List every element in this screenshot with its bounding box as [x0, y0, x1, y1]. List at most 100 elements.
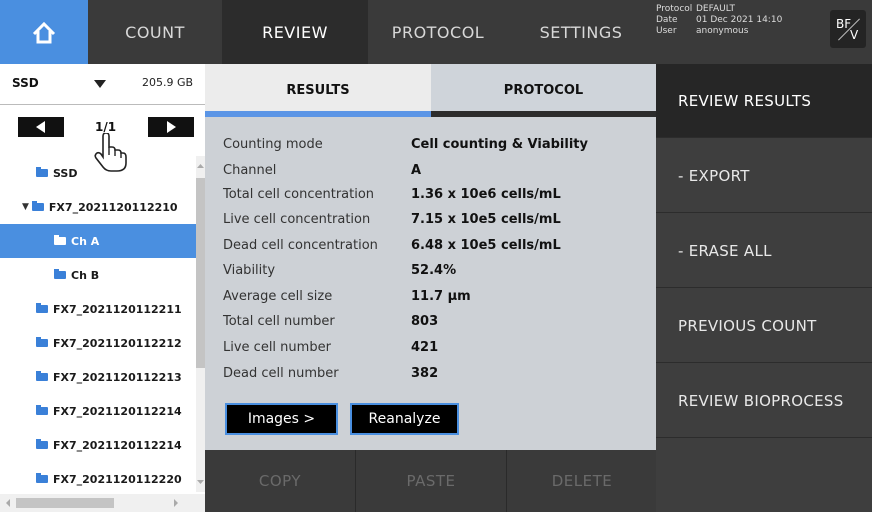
result-value: 421 [411, 340, 439, 355]
folder-icon [31, 201, 44, 211]
tree-node-folder[interactable]: FX7_2021120112214 [0, 394, 196, 428]
vertical-scroll-thumb[interactable] [196, 178, 205, 368]
prev-page-button[interactable] [18, 117, 64, 137]
user-info-value: anonymous [696, 26, 749, 36]
folder-icon [36, 439, 48, 449]
tab-protocol[interactable]: PROTOCOL [431, 64, 656, 117]
session-info: Protocol DEFAULT Date 01 Dec 2021 14:10 Us… [656, 4, 826, 37]
tree-node-label: FX7_2021120112220 [53, 472, 182, 486]
result-value: 7.15 x 10e5 cells/mL [411, 212, 561, 227]
review-menu: REVIEW RESULTS - EXPORT - ERASE ALL PREV… [656, 64, 872, 512]
tree-node-label: FX7_2021120112212 [53, 336, 182, 350]
v-label: V [850, 28, 859, 42]
result-value: 6.48 x 10e5 cells/mL [411, 238, 561, 253]
scroll-down-icon[interactable] [196, 478, 205, 486]
paste-button[interactable]: PASTE [356, 450, 506, 512]
tab-results[interactable]: RESULTS [205, 64, 431, 117]
result-value: 382 [411, 366, 439, 381]
tree-node-ssd[interactable]: SSD [0, 156, 196, 190]
bottom-action-bar: COPY PASTE DELETE [205, 450, 656, 512]
storage-select[interactable]: SSD [12, 76, 122, 96]
folder-icon [36, 167, 48, 177]
scroll-up-icon[interactable] [196, 162, 205, 170]
tree-node-label: FX7_2021120112211 [53, 302, 182, 316]
scroll-left-icon[interactable] [4, 498, 12, 508]
next-page-button[interactable] [148, 117, 194, 137]
page-number: 1/1 [95, 120, 117, 134]
folder-icon [54, 235, 66, 245]
result-value: 11.7 µm [411, 289, 471, 304]
result-label: Live cell number [223, 340, 331, 355]
user-info-label: User [656, 26, 677, 36]
tree-node-channel-a[interactable]: Ch A [0, 224, 196, 258]
menu-erase-all[interactable]: - ERASE ALL [656, 214, 872, 288]
delete-button[interactable]: DELETE [507, 450, 657, 512]
tree-node-folder[interactable]: FX7_2021120112213 [0, 360, 196, 394]
protocol-info-value: DEFAULT [696, 4, 735, 14]
results-panel: Counting mode Cell counting & Viability … [205, 117, 656, 450]
result-label: Dead cell number [223, 366, 339, 381]
folder-icon [36, 405, 48, 415]
bf-v-toggle-button[interactable]: BF V [830, 10, 866, 48]
horizontal-scroll-thumb[interactable] [16, 498, 114, 508]
result-value: Cell counting & Viability [411, 137, 588, 152]
folder-icon [54, 269, 66, 279]
date-info-label: Date [656, 15, 678, 25]
expand-arrow-icon[interactable]: ▼ [22, 202, 29, 212]
tree-node-channel-b[interactable]: Ch B [0, 258, 196, 292]
arrow-left-icon [36, 121, 45, 133]
home-icon [32, 21, 56, 44]
result-value: A [411, 163, 422, 178]
tree-node-folder[interactable]: ▼ FX7_2021120112210 [0, 190, 196, 224]
date-info-value: 01 Dec 2021 14:10 [696, 15, 783, 25]
tree-node-folder[interactable]: FX7_2021120112211 [0, 292, 196, 326]
tree-node-folder[interactable]: FX7_2021120112220 [0, 462, 196, 494]
tree-node-label: FX7_2021120112214 [53, 438, 182, 452]
tree-node-label: SSD [53, 166, 78, 180]
reanalyze-button[interactable]: Reanalyze [350, 403, 459, 435]
arrow-right-icon [167, 121, 176, 133]
tree-node-label: FX7_2021120112214 [53, 404, 182, 418]
result-value: 52.4% [411, 263, 457, 278]
folder-icon [36, 473, 48, 483]
result-label: Live cell concentration [223, 212, 371, 227]
nav-tab-review[interactable]: REVIEW [222, 0, 368, 64]
nav-tab-settings[interactable]: SETTINGS [508, 0, 654, 64]
protocol-info-label: Protocol [656, 4, 693, 14]
tree-node-label: Ch A [71, 234, 100, 248]
result-label: Counting mode [223, 137, 323, 152]
result-label: Average cell size [223, 289, 333, 304]
tree-node-label: FX7_2021120112213 [53, 370, 182, 384]
tree-node-folder[interactable]: FX7_2021120112214 [0, 428, 196, 462]
storage-size: 205.9 GB [142, 76, 194, 89]
folder-icon [36, 337, 48, 347]
top-navigation-bar: COUNT REVIEW PROTOCOL SETTINGS Protocol D… [0, 0, 872, 64]
horizontal-scrollbar[interactable] [0, 494, 205, 512]
menu-review-bioprocess[interactable]: REVIEW BIOPROCESS [656, 364, 872, 438]
tree-node-folder[interactable]: FX7_2021120112212 [0, 326, 196, 360]
copy-button[interactable]: COPY [205, 450, 355, 512]
tree-node-label: Ch B [71, 268, 100, 282]
folder-icon [36, 303, 48, 313]
nav-tab-count[interactable]: COUNT [88, 0, 222, 64]
nav-tab-protocol[interactable]: PROTOCOL [368, 0, 508, 64]
images-button[interactable]: Images > [225, 403, 338, 435]
home-button[interactable] [0, 0, 88, 64]
menu-export[interactable]: - EXPORT [656, 139, 872, 213]
tree-node-label: FX7_2021120112210 [48, 200, 178, 214]
storage-select-value: SSD [12, 76, 39, 90]
chevron-down-icon [94, 80, 106, 88]
result-label: Dead cell concentration [223, 238, 378, 253]
menu-previous-count[interactable]: PREVIOUS COUNT [656, 289, 872, 363]
scroll-right-icon[interactable] [172, 498, 180, 508]
result-label: Channel [223, 163, 277, 178]
divider [0, 104, 205, 105]
menu-review-results[interactable]: REVIEW RESULTS [656, 64, 872, 138]
folder-icon [36, 371, 48, 381]
vertical-scrollbar[interactable] [196, 156, 205, 492]
result-label: Viability [223, 263, 276, 278]
result-label: Total cell number [223, 314, 335, 329]
result-value: 1.36 x 10e6 cells/mL [411, 187, 561, 202]
result-value: 803 [411, 314, 439, 329]
results-area: RESULTS PROTOCOL Counting mode Cell coun… [205, 64, 656, 512]
